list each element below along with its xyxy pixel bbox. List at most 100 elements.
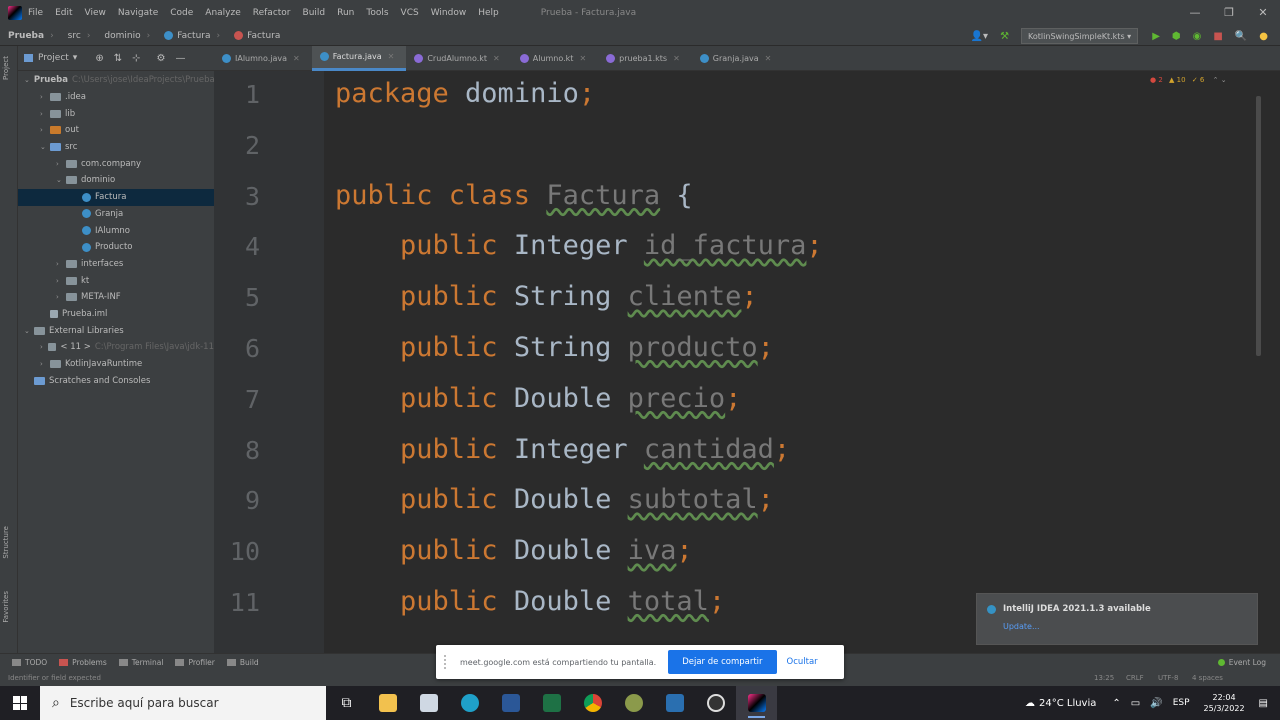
weather-text[interactable]: 24°C Lluvia bbox=[1039, 698, 1096, 709]
tool-button-profiler[interactable]: Profiler bbox=[175, 658, 215, 667]
code-line[interactable]: public String cliente; bbox=[335, 281, 758, 312]
caret-position[interactable]: 13:25 bbox=[1094, 674, 1114, 682]
tree-item-com-company[interactable]: › com.company bbox=[18, 155, 214, 172]
menu-item-help[interactable]: Help bbox=[478, 8, 499, 18]
tree-item-kt[interactable]: › kt bbox=[18, 272, 214, 289]
close-icon[interactable]: ✕ bbox=[1246, 0, 1280, 26]
breadcrumb-item[interactable]: Factura bbox=[164, 31, 211, 41]
menu-item-run[interactable]: Run bbox=[337, 8, 354, 18]
tree-item-granja[interactable]: Granja bbox=[18, 206, 214, 223]
debug-icon[interactable]: ⬢ bbox=[1172, 31, 1181, 42]
expand-icon[interactable]: ⊹ bbox=[132, 53, 140, 64]
event-log-button[interactable]: Event Log bbox=[1217, 658, 1266, 667]
coverage-icon[interactable]: ◉ bbox=[1193, 31, 1202, 42]
tree-item-prueba-iml[interactable]: Prueba.iml bbox=[18, 306, 214, 323]
tree-item-out[interactable]: › out bbox=[18, 122, 214, 139]
project-view-select[interactable]: Project bbox=[38, 53, 69, 63]
menu-item-build[interactable]: Build bbox=[303, 8, 326, 18]
menu-item-view[interactable]: View bbox=[85, 8, 106, 18]
code-line[interactable]: public class Factura { bbox=[335, 180, 693, 211]
stop-icon[interactable]: ■ bbox=[1213, 31, 1222, 42]
menu-item-code[interactable]: Code bbox=[170, 8, 193, 18]
menu-item-edit[interactable]: Edit bbox=[55, 8, 72, 18]
tree-item-factura[interactable]: Factura bbox=[18, 188, 214, 206]
favorites-stripe-button[interactable]: Favorites bbox=[2, 591, 10, 623]
structure-stripe-button[interactable]: Structure bbox=[2, 526, 10, 559]
expanded-arrow-icon[interactable]: ⌄ bbox=[24, 327, 34, 335]
intellij-taskbar-icon[interactable] bbox=[736, 686, 777, 720]
hide-panel-icon[interactable]: — bbox=[175, 53, 185, 64]
collapsed-arrow-icon[interactable]: › bbox=[40, 126, 50, 134]
update-notification[interactable]: IntelliJ IDEA 2021.1.3 available Update.… bbox=[976, 593, 1258, 645]
code-line[interactable]: public Integer id_factura; bbox=[335, 230, 823, 261]
collapsed-arrow-icon[interactable]: › bbox=[56, 160, 66, 168]
code-line[interactable]: public Double total; bbox=[335, 586, 725, 617]
collapsed-arrow-icon[interactable]: › bbox=[40, 110, 50, 118]
tree-item-src[interactable]: ⌄ src bbox=[18, 139, 214, 156]
tool-button-problems[interactable]: Problems bbox=[59, 658, 107, 667]
task-view-icon[interactable]: ⧉ bbox=[326, 686, 367, 720]
edge-icon[interactable] bbox=[449, 686, 490, 720]
network-icon[interactable]: ▭ bbox=[1131, 698, 1140, 709]
stop-sharing-button[interactable]: Dejar de compartir bbox=[668, 650, 777, 674]
user-icon[interactable]: 👤▾ bbox=[971, 31, 988, 42]
code-line[interactable]: public String producto; bbox=[335, 332, 774, 363]
tree-item-producto[interactable]: Producto bbox=[18, 239, 214, 256]
vscode-icon[interactable] bbox=[654, 686, 695, 720]
tab-factura-java[interactable]: Factura.java ✕ bbox=[311, 45, 407, 71]
minimize-icon[interactable]: — bbox=[1178, 0, 1212, 26]
menu-item-vcs[interactable]: VCS bbox=[401, 8, 419, 18]
tool-button-terminal[interactable]: Terminal bbox=[118, 658, 163, 667]
collapse-icon[interactable]: ⇅ bbox=[114, 53, 122, 64]
tree-item-meta-inf[interactable]: › META-INF bbox=[18, 289, 214, 306]
volume-icon[interactable]: 🔊 bbox=[1150, 698, 1162, 709]
tree-item-11[interactable]: › < 11 > C:\Program Files\Java\jdk-11 bbox=[18, 339, 214, 356]
tree-item-ialumno[interactable]: IAlumno bbox=[18, 222, 214, 239]
code-line[interactable]: public Double precio; bbox=[335, 383, 741, 414]
run-config-select[interactable]: KotlinSwingSimpleKt.kts ▾ bbox=[1021, 28, 1139, 44]
close-tab-icon[interactable]: ✕ bbox=[765, 54, 772, 63]
chrome-icon[interactable] bbox=[572, 686, 613, 720]
tab-alumno-kt[interactable]: Alumno.kt ✕ bbox=[512, 46, 598, 71]
update-link[interactable]: Update... bbox=[1003, 622, 1040, 631]
menu-item-analyze[interactable]: Analyze bbox=[205, 8, 240, 18]
breadcrumb-item[interactable]: Factura bbox=[234, 31, 280, 41]
tree-item-interfaces[interactable]: › interfaces bbox=[18, 256, 214, 273]
tree-item-scratches-and-consoles[interactable]: Scratches and Consoles bbox=[18, 372, 214, 389]
hammer-icon[interactable]: ⚒ bbox=[1000, 31, 1009, 42]
collapsed-arrow-icon[interactable]: › bbox=[56, 293, 66, 301]
close-tab-icon[interactable]: ✕ bbox=[579, 54, 586, 63]
menu-item-window[interactable]: Window bbox=[431, 8, 467, 18]
menu-item-refactor[interactable]: Refactor bbox=[253, 8, 291, 18]
start-button[interactable] bbox=[0, 686, 40, 720]
tab-granja-java[interactable]: Granja.java ✕ bbox=[692, 46, 784, 71]
project-stripe-button[interactable]: Project bbox=[2, 56, 10, 80]
breadcrumb-item[interactable]: src bbox=[68, 31, 81, 41]
run-icon[interactable]: ▶ bbox=[1152, 31, 1160, 42]
code-line[interactable]: public Double subtotal; bbox=[335, 484, 774, 515]
code-line[interactable]: public Double iva; bbox=[335, 535, 693, 566]
update-icon[interactable]: ● bbox=[1259, 31, 1268, 42]
tree-item-kotlinjavaruntime[interactable]: › KotlinJavaRuntime bbox=[18, 356, 214, 373]
file-explorer-icon[interactable] bbox=[408, 686, 449, 720]
expanded-arrow-icon[interactable]: ⌄ bbox=[56, 176, 66, 184]
locate-icon[interactable]: ⊕ bbox=[95, 53, 103, 64]
breadcrumb-item[interactable]: Prueba bbox=[8, 31, 44, 41]
store-icon[interactable] bbox=[367, 686, 408, 720]
hide-button[interactable]: Ocultar bbox=[787, 657, 818, 667]
gear-icon[interactable]: ⚙ bbox=[157, 53, 166, 64]
expanded-arrow-icon[interactable]: ⌄ bbox=[40, 143, 50, 151]
tab-prueba1-kts[interactable]: prueba1.kts ✕ bbox=[598, 46, 692, 71]
collapsed-arrow-icon[interactable]: › bbox=[40, 343, 48, 351]
maximize-icon[interactable]: ❐ bbox=[1212, 0, 1246, 26]
menu-item-file[interactable]: File bbox=[28, 8, 43, 18]
menu-item-tools[interactable]: Tools bbox=[366, 8, 388, 18]
search-icon[interactable]: 🔍 bbox=[1235, 31, 1247, 42]
breadcrumb-item[interactable]: dominio bbox=[104, 31, 140, 41]
tool-button-todo[interactable]: TODO bbox=[12, 658, 47, 667]
code-line[interactable]: package dominio; bbox=[335, 78, 595, 109]
inspection-widget[interactable]: ● 2 ▲ 10 ✓ 6 ⌃ ⌄ bbox=[1150, 76, 1227, 84]
collapsed-arrow-icon[interactable]: › bbox=[40, 93, 50, 101]
notifications-icon[interactable]: ▤ bbox=[1259, 698, 1268, 709]
drag-handle-icon[interactable] bbox=[444, 655, 450, 669]
